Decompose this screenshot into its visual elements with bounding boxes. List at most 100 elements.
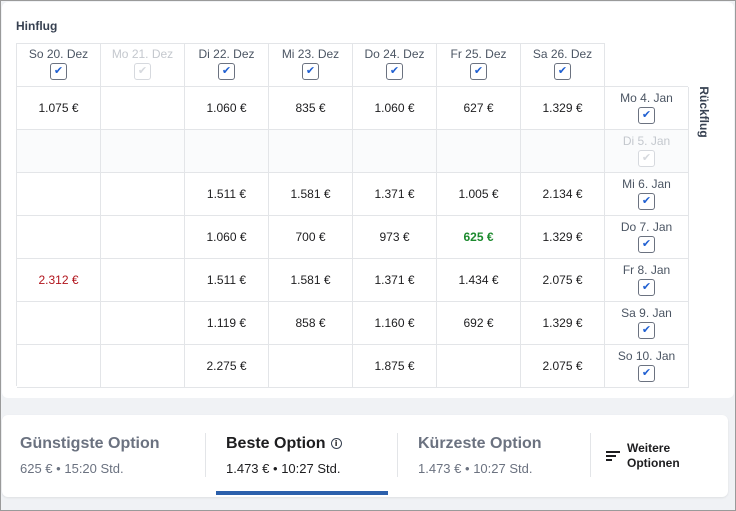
- price-cell: [269, 130, 353, 173]
- outbound-date-checkbox[interactable]: ✔: [470, 63, 487, 80]
- price-cell[interactable]: 2.275 €: [185, 345, 269, 388]
- price-cell[interactable]: 1.329 €: [521, 216, 605, 259]
- outbound-date-checkbox[interactable]: ✔: [554, 63, 571, 80]
- price-cell[interactable]: 1.329 €: [521, 302, 605, 345]
- price-cell: [185, 130, 269, 173]
- price-cell[interactable]: 835 €: [269, 87, 353, 130]
- price-value: 1.060 €: [374, 101, 415, 115]
- price-value: 1.329 €: [542, 101, 583, 115]
- price-cell[interactable]: 858 €: [269, 302, 353, 345]
- price-cell[interactable]: 1.581 €: [269, 259, 353, 302]
- price-cell[interactable]: 625 €: [437, 216, 521, 259]
- outbound-date-checkbox[interactable]: ✔: [302, 63, 319, 80]
- return-date-checkbox: ✔: [638, 150, 655, 167]
- option-price: 1.473 €: [226, 461, 270, 476]
- return-date-checkbox[interactable]: ✔: [638, 365, 655, 382]
- price-cell[interactable]: 2.312 €: [17, 259, 101, 302]
- options-bar: Günstigste Option 625 € • 15:20 Std. Bes…: [2, 415, 728, 497]
- option-separator: •: [273, 461, 278, 476]
- price-cell: [17, 302, 101, 345]
- price-cell: [17, 216, 101, 259]
- price-cell[interactable]: 1.160 €: [353, 302, 437, 345]
- price-cell: [101, 259, 185, 302]
- price-value: 1.075 €: [38, 101, 79, 115]
- option-best[interactable]: Beste Option i 1.473 € • 10:27 Std.: [206, 415, 397, 497]
- price-cell[interactable]: 1.511 €: [185, 259, 269, 302]
- price-cell[interactable]: 2.075 €: [521, 259, 605, 302]
- price-cell: [101, 173, 185, 216]
- option-title: Beste Option i: [226, 435, 342, 453]
- price-cell[interactable]: 1.119 €: [185, 302, 269, 345]
- price-value: 835 €: [295, 101, 326, 115]
- option-fastest[interactable]: Kürzeste Option 1.473 € • 10:27 Std.: [398, 415, 590, 497]
- price-cell: [437, 345, 521, 388]
- option-separator: •: [56, 461, 61, 476]
- price-value: 700 €: [295, 230, 326, 244]
- price-cell[interactable]: 1.434 €: [437, 259, 521, 302]
- price-value: 1.511 €: [206, 273, 247, 287]
- price-cell[interactable]: 692 €: [437, 302, 521, 345]
- price-cell[interactable]: 2.134 €: [521, 173, 605, 216]
- return-date-checkbox[interactable]: ✔: [638, 279, 655, 296]
- outbound-date-checkbox[interactable]: ✔: [218, 63, 235, 80]
- outbound-date-checkbox[interactable]: ✔: [386, 63, 403, 80]
- outbound-date-header: Fr 25. Dez ✔: [436, 43, 521, 86]
- price-cell: [17, 173, 101, 216]
- outbound-date-header: Di 22. Dez ✔: [184, 43, 269, 86]
- option-cheapest[interactable]: Günstigste Option 625 € • 15:20 Std.: [2, 415, 205, 497]
- price-cell[interactable]: 1.075 €: [17, 87, 101, 130]
- price-value: 973 €: [379, 230, 410, 244]
- option-duration: 10:27 Std.: [473, 461, 533, 476]
- price-cell[interactable]: 1.371 €: [353, 173, 437, 216]
- return-date-label: Do 7. Jan: [620, 220, 673, 234]
- return-date-header: Mo 4. Jan ✔: [605, 87, 689, 130]
- price-cell[interactable]: 1.875 €: [353, 345, 437, 388]
- option-summary: 1.473 € • 10:27 Std.: [226, 461, 340, 476]
- price-cell[interactable]: 2.075 €: [521, 345, 605, 388]
- active-tab-indicator: [216, 491, 388, 495]
- price-value: 1.371 €: [374, 187, 415, 201]
- return-date-label: Mo 4. Jan: [620, 91, 673, 105]
- outbound-date-header: Sa 26. Dez ✔: [520, 43, 605, 86]
- info-icon[interactable]: i: [330, 438, 342, 449]
- price-cell[interactable]: 700 €: [269, 216, 353, 259]
- price-cell: [101, 87, 185, 130]
- return-date-checkbox[interactable]: ✔: [638, 236, 655, 253]
- return-date-checkbox[interactable]: ✔: [638, 107, 655, 124]
- option-duration: 10:27 Std.: [281, 461, 341, 476]
- price-value: 2.075 €: [542, 273, 583, 287]
- more-options-label: Weitere Optionen: [627, 441, 680, 470]
- price-cell[interactable]: 1.511 €: [185, 173, 269, 216]
- price-value: 1.875 €: [374, 359, 415, 373]
- check-icon: ✔: [389, 65, 400, 77]
- outbound-date-label: Sa 26. Dez: [532, 47, 593, 61]
- return-label: Rückflug: [697, 86, 711, 138]
- check-icon: ✔: [641, 152, 652, 164]
- price-value: 1.005 €: [458, 187, 499, 201]
- more-options-button[interactable]: Weitere Optionen: [602, 439, 712, 473]
- price-value: 625 €: [463, 230, 494, 244]
- outbound-date-label: Do 24. Dez: [364, 47, 425, 61]
- price-cell[interactable]: 627 €: [437, 87, 521, 130]
- price-cell[interactable]: 1.329 €: [521, 87, 605, 130]
- return-date-checkbox[interactable]: ✔: [638, 193, 655, 210]
- option-price: 1.473 €: [418, 461, 462, 476]
- price-value: 2.075 €: [542, 359, 583, 373]
- outbound-date-header: Do 24. Dez ✔: [352, 43, 437, 86]
- price-value: 1.434 €: [458, 273, 499, 287]
- price-cell: [101, 302, 185, 345]
- option-duration: 15:20 Std.: [64, 461, 124, 476]
- price-value: 1.581 €: [290, 187, 331, 201]
- price-cell[interactable]: 1.060 €: [185, 216, 269, 259]
- price-cell[interactable]: 1.581 €: [269, 173, 353, 216]
- price-value: 692 €: [463, 316, 494, 330]
- return-date-checkbox[interactable]: ✔: [638, 322, 655, 339]
- option-price: 625 €: [20, 461, 53, 476]
- price-cell[interactable]: 973 €: [353, 216, 437, 259]
- price-cell[interactable]: 1.060 €: [353, 87, 437, 130]
- option-divider: [590, 433, 591, 477]
- outbound-date-checkbox[interactable]: ✔: [50, 63, 67, 80]
- price-cell[interactable]: 1.060 €: [185, 87, 269, 130]
- price-cell[interactable]: 1.005 €: [437, 173, 521, 216]
- price-cell[interactable]: 1.371 €: [353, 259, 437, 302]
